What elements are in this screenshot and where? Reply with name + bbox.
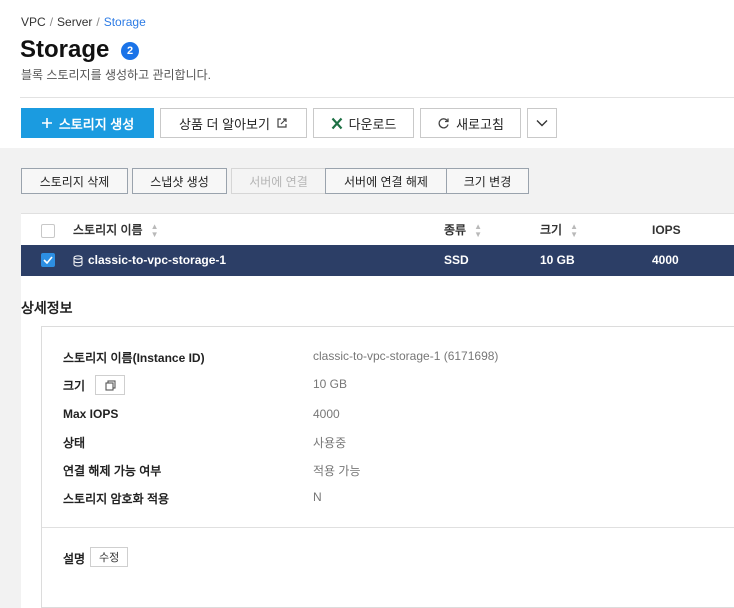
column-header-name[interactable]: 스토리지 이름 ▲ ▼ bbox=[73, 214, 159, 246]
breadcrumb-vpc[interactable]: VPC bbox=[21, 15, 46, 29]
detail-value-name: classic-to-vpc-storage-1 (6171698) bbox=[313, 349, 499, 363]
detail-value-max-iops: 4000 bbox=[313, 407, 340, 421]
breadcrumb-separator: / bbox=[49, 15, 54, 29]
column-header-size[interactable]: 크기 ▲ ▼ bbox=[540, 214, 578, 246]
breadcrumb-server[interactable]: Server bbox=[57, 15, 92, 29]
row-checkbox[interactable] bbox=[41, 253, 55, 267]
detail-value-status: 사용중 bbox=[313, 436, 347, 450]
database-icon bbox=[73, 245, 83, 276]
detail-label-encryption: 스토리지 암호화 적용 bbox=[63, 492, 170, 506]
refresh-icon bbox=[437, 117, 450, 130]
sort-icon: ▲ ▼ bbox=[150, 221, 159, 239]
plus-icon bbox=[41, 117, 53, 129]
detail-box: 스토리지 이름(Instance ID) classic-to-vpc-stor… bbox=[41, 326, 734, 608]
detail-value-detachable: 적용 가능 bbox=[313, 464, 361, 478]
select-all-checkbox[interactable] bbox=[41, 224, 55, 238]
copy-icon bbox=[104, 379, 116, 391]
external-link-icon bbox=[276, 117, 288, 129]
detail-divider bbox=[42, 527, 734, 528]
detail-title: 상세정보 bbox=[21, 300, 73, 316]
header-divider bbox=[20, 97, 734, 98]
create-snapshot-button[interactable]: 스냅샷 생성 bbox=[132, 168, 227, 194]
breadcrumb-separator: / bbox=[96, 15, 100, 29]
detail-label-status: 상태 bbox=[63, 436, 86, 450]
page-subtitle: 블록 스토리지를 생성하고 관리합니다. bbox=[21, 68, 211, 82]
sort-icon: ▲ ▼ bbox=[474, 221, 483, 239]
storage-type-cell: SSD bbox=[444, 253, 469, 267]
create-storage-button[interactable]: 스토리지 생성 bbox=[21, 108, 154, 138]
table-header: 스토리지 이름 ▲ ▼ 종류 ▲ ▼ 크기 ▲ ▼ IOPS bbox=[21, 213, 734, 245]
description-label: 설명 bbox=[63, 552, 86, 566]
download-label: 다운로드 bbox=[348, 116, 397, 132]
breadcrumb-storage[interactable]: Storage bbox=[104, 15, 146, 29]
refresh-button[interactable]: 새로고침 bbox=[420, 108, 521, 138]
column-header-size-label: 크기 bbox=[540, 223, 563, 237]
detail-label-name: 스토리지 이름(Instance ID) bbox=[63, 351, 205, 365]
detail-value-encryption: N bbox=[313, 490, 322, 504]
detail-value-size: 10 GB bbox=[313, 377, 348, 391]
download-button[interactable]: 다운로드 bbox=[313, 108, 414, 138]
storage-size-cell: 10 GB bbox=[540, 253, 575, 267]
detail-label-max-iops: Max IOPS bbox=[63, 407, 119, 421]
check-icon bbox=[43, 256, 53, 264]
delete-storage-button[interactable]: 스토리지 삭제 bbox=[21, 168, 128, 194]
column-header-iops[interactable]: IOPS bbox=[652, 214, 681, 246]
detach-server-button[interactable]: 서버에 연결 해제 bbox=[325, 168, 447, 194]
column-header-name-label: 스토리지 이름 bbox=[73, 223, 143, 237]
page-title: Storage bbox=[20, 36, 110, 63]
refresh-label: 새로고침 bbox=[456, 116, 504, 132]
storage-name-cell: classic-to-vpc-storage-1 bbox=[88, 253, 227, 267]
create-storage-label: 스토리지 생성 bbox=[58, 116, 135, 132]
storage-iops-cell: 4000 bbox=[652, 253, 679, 267]
table-row[interactable]: classic-to-vpc-storage-1 SSD 10 GB 4000 bbox=[21, 245, 734, 276]
attach-server-button[interactable]: 서버에 연결 bbox=[231, 168, 326, 194]
learn-more-label: 상품 더 알아보기 bbox=[179, 116, 270, 132]
edit-description-button[interactable]: 수정 bbox=[90, 547, 129, 567]
detail-label-detachable: 연결 해제 가능 여부 bbox=[63, 464, 162, 478]
storage-table: 스토리지 이름 ▲ ▼ 종류 ▲ ▼ 크기 ▲ ▼ IOPS classic-to-vpc-… bbox=[21, 213, 734, 276]
more-options-button[interactable] bbox=[527, 108, 557, 138]
column-header-type[interactable]: 종류 ▲ ▼ bbox=[444, 214, 482, 246]
column-header-iops-label: IOPS bbox=[652, 223, 681, 237]
chevron-down-icon bbox=[536, 119, 548, 127]
copy-button[interactable] bbox=[95, 375, 125, 395]
resize-button[interactable]: 크기 변경 bbox=[446, 168, 529, 194]
column-header-type-label: 종류 bbox=[444, 223, 467, 237]
excel-icon bbox=[331, 117, 343, 130]
sort-icon: ▲ ▼ bbox=[570, 221, 579, 239]
count-badge: 2 bbox=[121, 42, 139, 60]
learn-more-button[interactable]: 상품 더 알아보기 bbox=[160, 108, 307, 138]
breadcrumb: VPC / Server / Storage bbox=[21, 15, 146, 29]
detail-label-size: 크기 bbox=[63, 379, 86, 393]
